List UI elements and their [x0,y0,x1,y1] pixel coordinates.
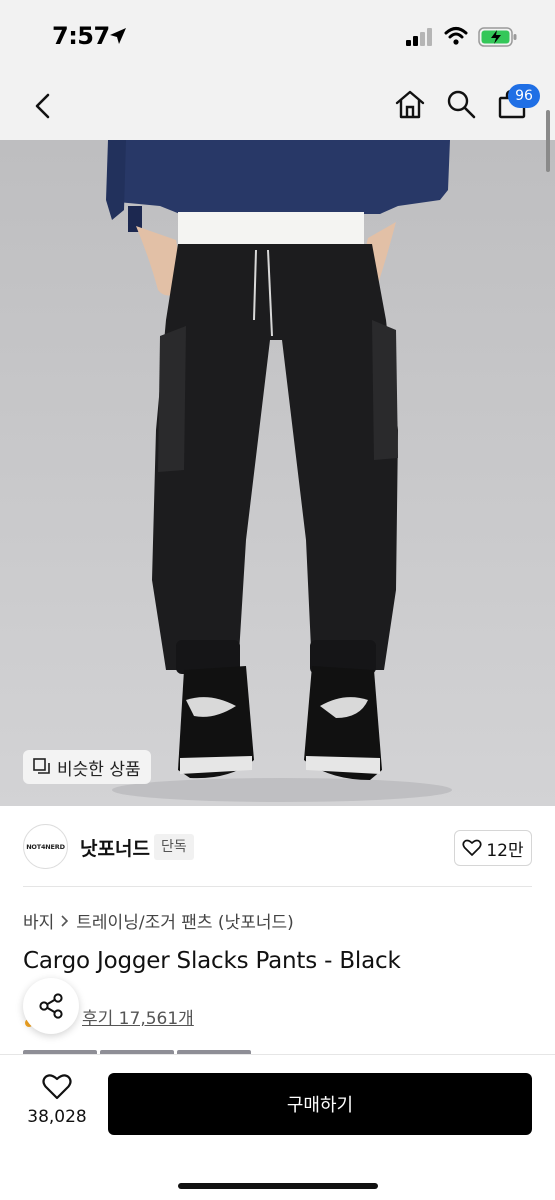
cart-count-badge: 96 [508,84,540,108]
breadcrumb: 바지 트레이닝/조거 팬츠 (낫포너드) [23,908,294,933]
similar-products-button[interactable]: 비슷한 상품 [23,750,151,784]
share-button[interactable] [23,978,79,1034]
breadcrumb-subcategory[interactable]: 트레이닝/조거 팬츠 (낫포너드) [76,908,293,933]
back-arrow-icon[interactable] [28,90,60,122]
brand-logo[interactable]: NOT4NERD [23,824,68,869]
share-icon [39,993,63,1019]
status-time: 7:57 [52,22,110,50]
location-arrow-icon [110,28,126,44]
similar-products-label: 비슷한 상품 [57,759,141,780]
brand-like-button[interactable]: 12만 [454,830,532,866]
bottom-action-bar: 38,028 구매하기 [0,1054,555,1200]
section-divider [23,886,532,887]
product-like-count: 38,028 [27,1107,87,1127]
buy-button[interactable]: 구매하기 [108,1073,532,1135]
home-icon[interactable] [394,88,426,120]
product-photo-illustration [0,140,555,806]
brand-like-count: 12만 [486,840,524,861]
brand-name[interactable]: 낫포너드 [80,834,150,861]
heart-outline-icon [42,1074,72,1100]
battery-charging-icon [478,27,517,47]
chevron-right-icon [61,914,69,927]
search-icon[interactable] [445,88,477,120]
brand-row: NOT4NERD 낫포너드 단독 12만 [0,806,555,886]
review-count-link[interactable]: 후기 17,561개 [82,1004,194,1029]
exclusive-badge: 단독 [154,834,194,860]
nav-bar [0,72,555,140]
scrollbar[interactable] [546,110,550,172]
product-title: Cargo Jogger Slacks Pants - Black [23,948,401,974]
home-indicator [178,1183,378,1189]
heart-outline-icon [462,839,482,856]
status-bar: 7:57 [0,0,555,72]
product-like-button[interactable]: 38,028 [20,1073,94,1127]
breadcrumb-category[interactable]: 바지 [23,908,54,933]
product-image[interactable]: 비슷한 상품 [0,140,555,806]
stacked-squares-icon [33,758,50,774]
cellular-signal-icon [406,28,432,46]
wifi-icon [444,27,468,45]
